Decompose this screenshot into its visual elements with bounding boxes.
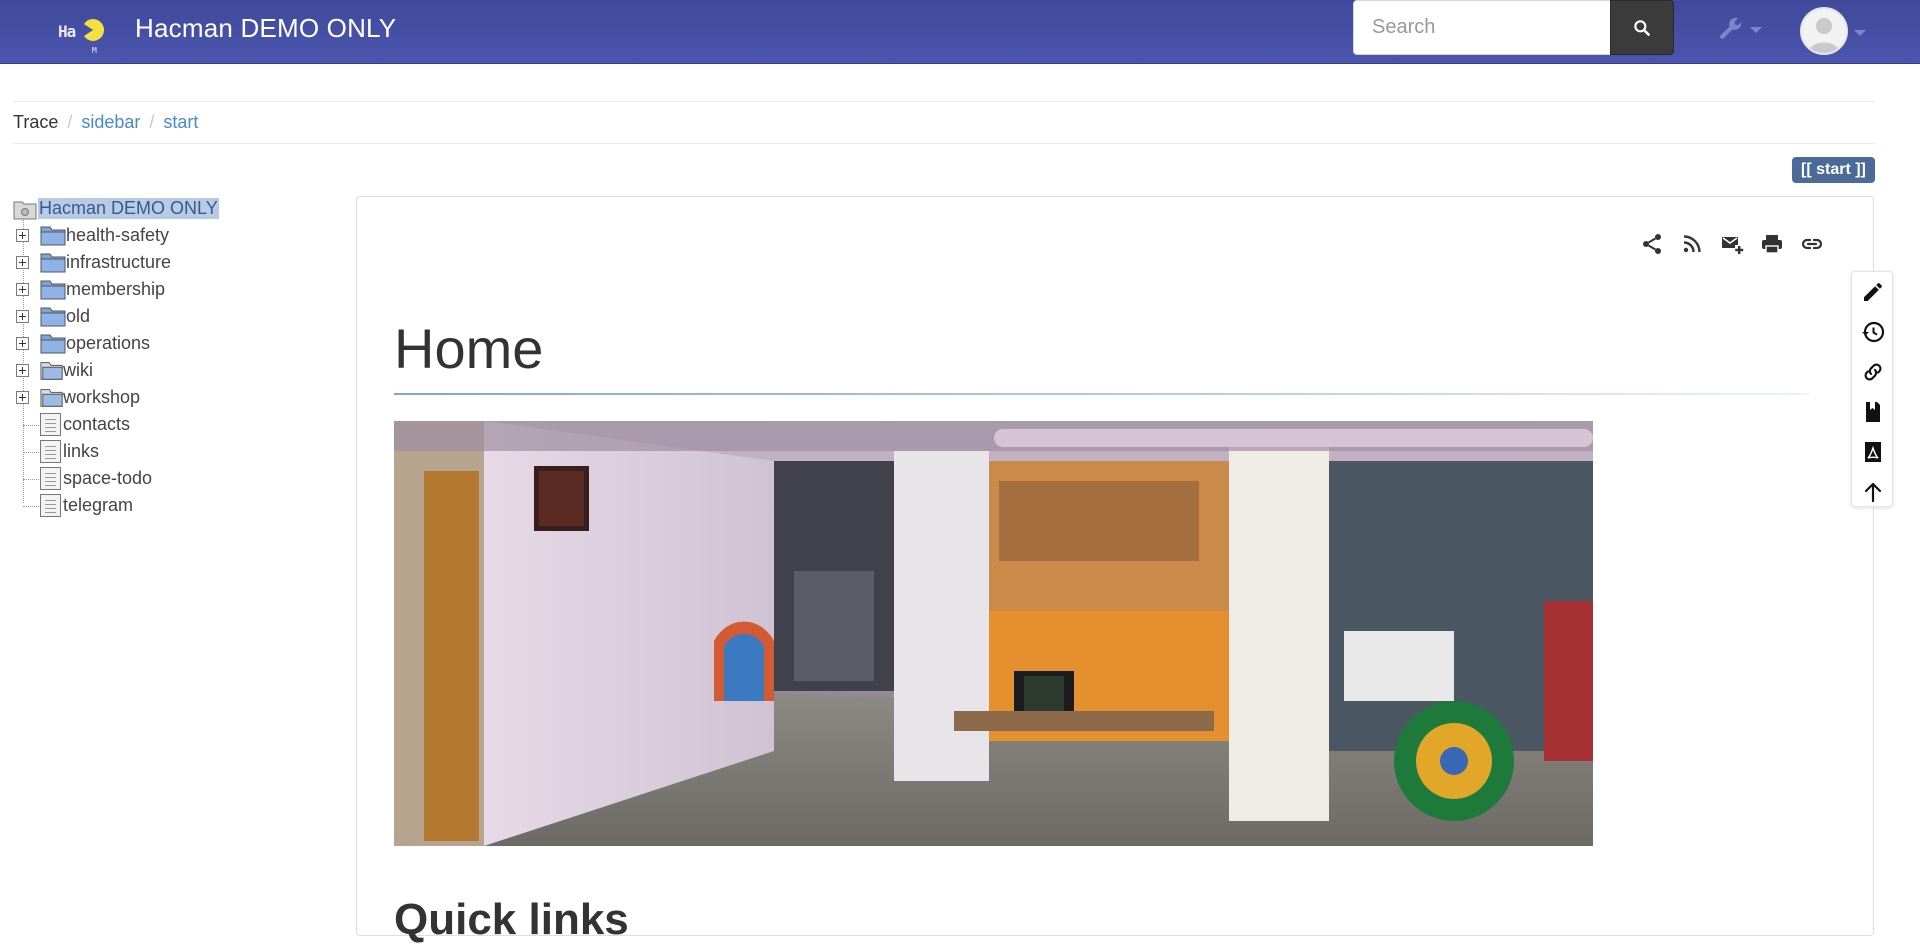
breadcrumb-separator: / <box>67 112 73 132</box>
search-input[interactable] <box>1353 0 1611 55</box>
tree-guide-line <box>23 452 41 453</box>
page-icon <box>40 467 61 490</box>
page-tools-bar <box>1640 232 1824 256</box>
tree-namespace-label: infrastructure <box>66 252 172 272</box>
print-icon[interactable] <box>1760 232 1784 256</box>
page-title: Home <box>394 317 544 380</box>
page-id-badge[interactable]: [[ start ]] <box>1792 157 1875 183</box>
tree-guide-line <box>23 479 41 480</box>
expand-icon[interactable] <box>16 391 29 404</box>
sidebar-index-tree: Hacman DEMO ONLY health-safety infrastru… <box>13 195 343 519</box>
breadcrumb-label: Trace <box>13 112 59 132</box>
tree-guide-line <box>23 506 41 507</box>
tree-guide-line <box>23 425 41 426</box>
tree-namespace-membership[interactable]: membership <box>13 276 343 303</box>
tree-namespace-label: workshop <box>63 387 141 407</box>
tree-namespace-old[interactable]: old <box>13 303 343 330</box>
tree-namespace-wiki[interactable]: wiki <box>13 357 343 384</box>
tree-page-contacts[interactable]: contacts <box>13 411 343 438</box>
backlinks-icon[interactable] <box>1861 360 1885 384</box>
root-folder-icon <box>13 201 37 219</box>
tree-page-label: links <box>63 441 100 461</box>
folder-icon <box>40 334 66 354</box>
breadcrumb: Trace / sidebar / start <box>13 112 198 133</box>
expand-icon[interactable] <box>16 256 29 269</box>
chevron-down-icon <box>1854 30 1866 36</box>
tree-namespace-label: health-safety <box>66 225 170 245</box>
tree-namespace-label: operations <box>66 333 151 353</box>
tree-namespace-infrastructure[interactable]: infrastructure <box>13 249 343 276</box>
tree-namespace-label: membership <box>66 279 166 299</box>
top-navbar: Ha M Hacman DEMO ONLY <box>0 0 1920 64</box>
tree-namespace-label: old <box>66 306 91 326</box>
back-to-top-icon[interactable] <box>1861 480 1885 504</box>
tree-page-label: telegram <box>63 495 134 515</box>
hackspace-interior-image <box>394 421 1593 846</box>
wrench-icon <box>1720 17 1742 39</box>
user-menu[interactable] <box>1800 6 1872 56</box>
page-actions-toolbar <box>1851 271 1893 507</box>
rss-icon[interactable] <box>1680 232 1704 256</box>
page-icon <box>40 494 61 517</box>
breadcrumb-separator: / <box>149 112 155 132</box>
page-icon <box>40 413 61 436</box>
page-icon <box>40 440 61 463</box>
expand-icon[interactable] <box>16 229 29 242</box>
search-button[interactable] <box>1610 0 1674 55</box>
divider <box>13 143 1875 144</box>
divider <box>13 101 1875 102</box>
pacman-logo-icon: M <box>84 19 104 55</box>
folder-icon <box>40 307 66 327</box>
svg-text:M: M <box>92 46 97 55</box>
pdf-icon[interactable] <box>1861 440 1885 464</box>
closed-folder-icon <box>40 362 63 380</box>
folder-icon <box>40 280 66 300</box>
tree-root[interactable]: Hacman DEMO ONLY <box>13 195 343 222</box>
link-icon[interactable] <box>1800 232 1824 256</box>
breadcrumb-link-sidebar[interactable]: sidebar <box>81 112 140 133</box>
avatar <box>1800 7 1848 55</box>
bookmark-icon[interactable] <box>1861 400 1885 424</box>
closed-folder-icon <box>40 389 63 407</box>
tree-root-label: Hacman DEMO ONLY <box>38 198 219 219</box>
tree-page-label: contacts <box>63 414 131 434</box>
logo-text: Ha <box>58 22 76 41</box>
share-icon[interactable] <box>1640 232 1664 256</box>
edit-icon[interactable] <box>1861 280 1885 304</box>
tree-namespace-label: wiki <box>63 360 93 380</box>
folder-icon <box>40 253 66 273</box>
expand-icon[interactable] <box>16 364 29 377</box>
expand-icon[interactable] <box>16 310 29 323</box>
tree-page-links[interactable]: links <box>13 438 343 465</box>
tree-namespace-operations[interactable]: operations <box>13 330 343 357</box>
user-silhouette-icon <box>1808 18 1840 53</box>
search-icon <box>1634 19 1650 36</box>
hacman-logo[interactable]: Ha M <box>58 12 110 55</box>
folder-icon <box>40 226 66 246</box>
tree-page-label: space-todo <box>63 468 153 488</box>
title-underline <box>394 393 1809 395</box>
breadcrumb-link-start[interactable]: start <box>163 112 198 133</box>
chevron-down-icon <box>1750 27 1762 33</box>
admin-tools-menu[interactable] <box>1718 12 1766 44</box>
tree-namespace-workshop[interactable]: workshop <box>13 384 343 411</box>
app-title[interactable]: Hacman DEMO ONLY <box>135 13 396 44</box>
expand-icon[interactable] <box>16 337 29 350</box>
history-icon[interactable] <box>1861 320 1885 344</box>
hackspace-photo[interactable] <box>394 421 1593 846</box>
tree-page-space-todo[interactable]: space-todo <box>13 465 343 492</box>
mail-add-icon[interactable] <box>1720 232 1744 256</box>
tree-namespace-health-safety[interactable]: health-safety <box>13 222 343 249</box>
section-heading-quick-links: Quick links <box>394 895 629 944</box>
tree-page-telegram[interactable]: telegram <box>13 492 343 519</box>
expand-icon[interactable] <box>16 283 29 296</box>
